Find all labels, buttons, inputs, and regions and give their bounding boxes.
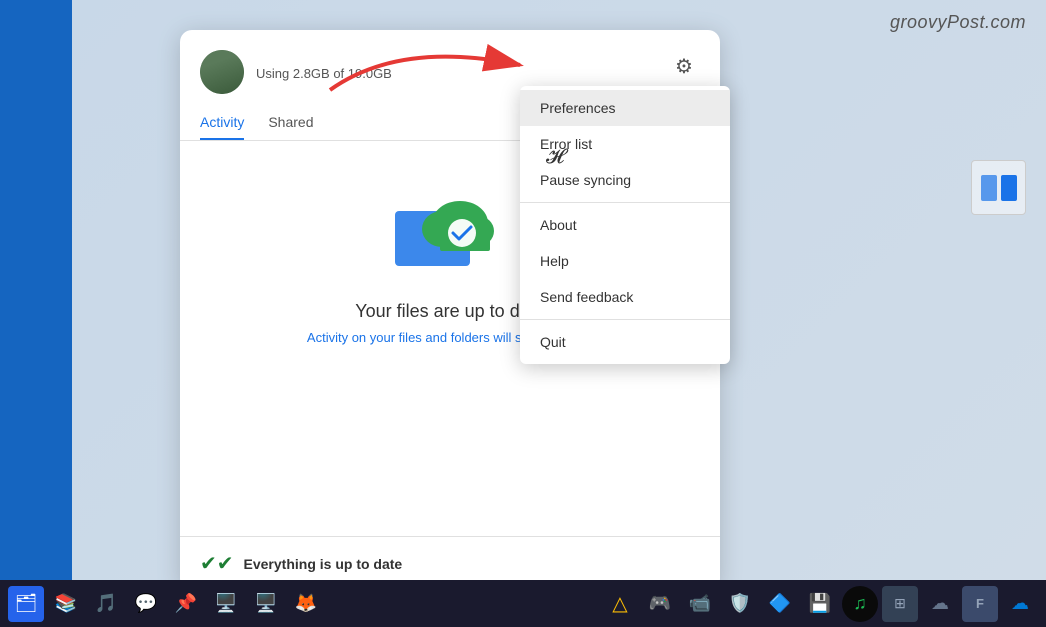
user-info: Using 2.8GB of 19.0GB [256,64,700,81]
taskbar: 🗂 📚 🎵 💬 📌 🖥️ 🖥️ 🦊 △ 🎮 📹 🛡️ 🔷 💾 ♫ ⊞ ☁ F ☁ [0,580,1046,627]
right-panel-widget [971,160,1026,215]
menu-section-2: About Help Send feedback [520,203,730,320]
settings-dropdown-menu: Preferences Error list Pause syncing Abo… [520,86,730,364]
taskbar-icon-shield[interactable]: 🛡️ [722,586,758,622]
watermark-text: groovyPost.com [890,12,1026,33]
usage-text: Using 2.8GB of 19.0GB [256,66,700,81]
menu-item-preferences[interactable]: Preferences [520,90,730,126]
menu-section-3: Quit [520,320,730,364]
taskbar-icon-pin[interactable]: 📌 [168,586,204,622]
taskbar-icon-cloud2[interactable]: F [962,586,998,622]
taskbar-icon-cloud-backup[interactable]: ☁ [922,586,958,622]
taskbar-icon-bt[interactable]: 🔷 [762,586,798,622]
gear-button[interactable]: ⚙ [668,50,700,82]
taskbar-icon-video[interactable]: 📹 [682,586,718,622]
menu-item-error-list[interactable]: Error list [520,126,730,162]
avatar [200,50,244,94]
taskbar-icon-onedrive[interactable]: ☁ [1002,586,1038,622]
taskbar-icon-signal[interactable]: 💬 [128,586,164,622]
menu-item-send-feedback[interactable]: Send feedback [520,279,730,315]
taskbar-icon-app2[interactable]: 🖥️ [248,586,284,622]
menu-section-1: Preferences Error list Pause syncing [520,86,730,203]
taskbar-icon-firefox[interactable]: 🦊 [288,586,324,622]
taskbar-right-icons: △ 🎮 📹 🛡️ 🔷 💾 ♫ ⊞ ☁ F ☁ [602,586,1038,622]
taskbar-icon-app1[interactable]: 🖥️ [208,586,244,622]
taskbar-icon-music[interactable]: ♫ [842,586,878,622]
taskbar-icon-grid[interactable]: ⊞ [882,586,918,622]
status-title: Your files are up to date [355,301,544,322]
blue-sidebar [0,0,72,580]
cloud-illustration [390,181,510,271]
menu-item-help[interactable]: Help [520,243,730,279]
menu-item-about[interactable]: About [520,207,730,243]
taskbar-icon-usb[interactable]: 💾 [802,586,838,622]
gear-icon: ⚙ [675,54,693,79]
taskbar-icon-gdrive[interactable]: △ [602,586,638,622]
google-drive-panel: Using 2.8GB of 19.0GB ⚙ Preferences Erro… [180,30,720,590]
taskbar-icon-books[interactable]: 📚 [48,586,84,622]
menu-item-quit[interactable]: Quit [520,324,730,360]
panel-header: Using 2.8GB of 19.0GB ⚙ Preferences Erro… [180,30,720,104]
footer-text: Everything is up to date [244,556,403,572]
menu-item-pause-syncing[interactable]: Pause syncing [520,162,730,198]
tab-activity[interactable]: Activity [200,104,244,140]
taskbar-icon-spotify[interactable]: 🎵 [88,586,124,622]
taskbar-icon-game[interactable]: 🎮 [642,586,678,622]
check-icon: ✔✔ [200,551,234,576]
tab-shared[interactable]: Shared [268,104,313,140]
taskbar-icon-files[interactable]: 🗂 [8,586,44,622]
